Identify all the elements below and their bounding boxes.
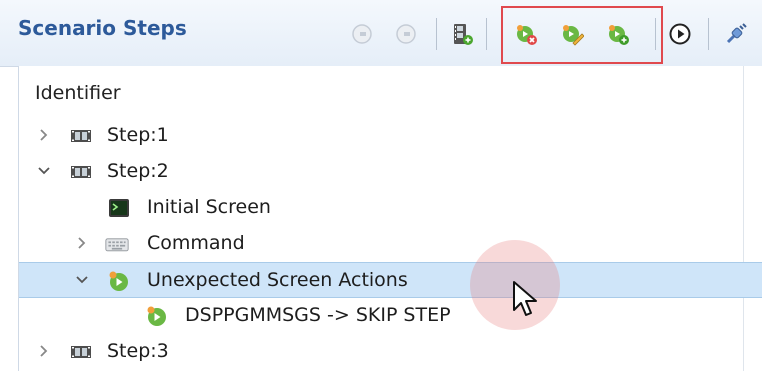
- action-icon: [109, 271, 128, 291]
- film-icon: [71, 166, 91, 178]
- chevron-down-icon[interactable]: [73, 271, 91, 289]
- chevron-right-icon[interactable]: [35, 342, 53, 360]
- tree-row-label: Step:2: [107, 160, 169, 182]
- circle-minus-icon[interactable]: [350, 22, 374, 46]
- panel-title: Scenario Steps: [18, 16, 187, 40]
- tree-row-step-1[interactable]: Step:1: [19, 118, 762, 154]
- column-header-identifier: Identifier: [35, 82, 121, 104]
- scenario-steps-panel: Scenario Steps Identifier Step:1 Step:2 …: [0, 0, 762, 371]
- action-edit-icon[interactable]: [560, 22, 584, 46]
- tree-row-command[interactable]: Command: [19, 226, 762, 262]
- film-icon: [71, 130, 91, 142]
- keyboard-icon: [105, 238, 129, 252]
- toolbar-separator: [655, 18, 656, 50]
- film-icon: [71, 346, 91, 358]
- tree-row-label: Initial Screen: [147, 196, 271, 218]
- tree-row-step-2[interactable]: Step:2: [19, 154, 762, 190]
- terminal-icon: [109, 199, 129, 217]
- tree-row-initial-screen[interactable]: Initial Screen: [19, 190, 762, 226]
- tree-row-label: Unexpected Screen Actions: [147, 269, 408, 291]
- tree-row-dsppgmmsgs[interactable]: DSPPGMMSGS -> SKIP STEP: [19, 298, 762, 334]
- toolbar-separator: [486, 18, 487, 50]
- tree-row-step-3[interactable]: Step:3: [19, 334, 762, 370]
- tree-row-label: Step:3: [107, 340, 169, 362]
- film-add-icon[interactable]: [450, 22, 474, 46]
- chevron-right-icon[interactable]: [35, 126, 53, 144]
- action-icon: [147, 306, 166, 326]
- scenario-tree: Identifier Step:1 Step:2 Initial Screen …: [18, 66, 762, 371]
- tree-row-label: Step:1: [107, 124, 169, 146]
- toolbar-separator: [436, 18, 437, 50]
- plug-icon[interactable]: [724, 22, 748, 46]
- chevron-down-icon[interactable]: [35, 162, 53, 180]
- panel-header: Scenario Steps: [0, 0, 762, 67]
- toolbar-separator: [708, 18, 709, 50]
- chevron-right-icon[interactable]: [73, 234, 91, 252]
- tree-row-label: Command: [147, 232, 245, 254]
- tree-row-label: DSPPGMMSGS -> SKIP STEP: [185, 304, 451, 326]
- action-delete-icon[interactable]: [514, 22, 538, 46]
- play-circle-icon[interactable]: [668, 22, 692, 46]
- mouse-pointer-icon: [513, 281, 537, 316]
- action-add-icon[interactable]: [606, 22, 630, 46]
- tree-row-unexpected-screen-actions[interactable]: Unexpected Screen Actions: [19, 262, 762, 298]
- circle-minus-icon[interactable]: [394, 22, 418, 46]
